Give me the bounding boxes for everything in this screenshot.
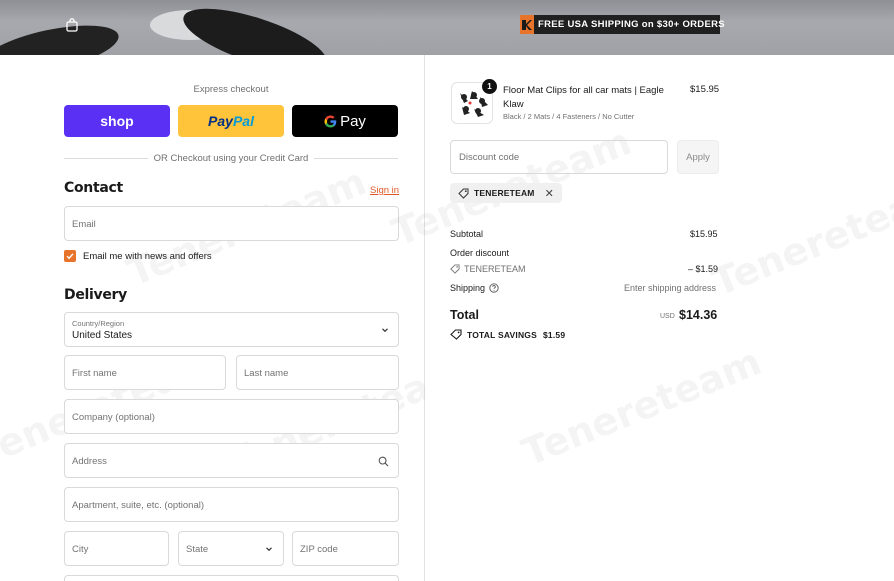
tag-icon bbox=[450, 264, 460, 274]
product-price: $15.95 bbox=[690, 84, 720, 95]
total-currency: USD bbox=[660, 313, 675, 320]
address-field[interactable]: Address bbox=[64, 443, 399, 478]
country-value: United States bbox=[72, 330, 133, 341]
contact-heading: Contact bbox=[64, 180, 123, 196]
order-discount-label: Order discount bbox=[450, 248, 510, 258]
newsletter-option[interactable]: Email me with news and offers bbox=[64, 250, 212, 262]
promo-text: FREE USA SHIPPING on $30+ ORDERS bbox=[538, 19, 725, 30]
state-placeholder: State bbox=[186, 544, 209, 555]
banner-image-part bbox=[176, 0, 334, 55]
company-field[interactable]: Company (optional) bbox=[64, 399, 399, 434]
order-discount-value: – $1.59 bbox=[688, 264, 719, 274]
city-placeholder: City bbox=[72, 544, 89, 555]
apartment-field[interactable]: Apartment, suite, etc. (optional) bbox=[64, 487, 399, 522]
savings-tag-icon bbox=[450, 329, 462, 340]
applied-discount-tag: TENERETEAM ✕ bbox=[450, 183, 562, 203]
chevron-down-icon bbox=[266, 547, 272, 552]
watermark: Tenereteam bbox=[516, 339, 767, 475]
city-field[interactable]: City bbox=[64, 531, 169, 566]
first-name-placeholder: First name bbox=[72, 368, 117, 379]
total-savings: TOTAL SAVINGS $1.59 bbox=[450, 329, 565, 340]
product-name: Floor Mat Clips for all car mats | Eagle… bbox=[503, 85, 664, 110]
delivery-heading: Delivery bbox=[64, 287, 127, 303]
checkout-form: Tenereteam Tenereteam Tenereteam Express… bbox=[0, 55, 472, 581]
paypal-logo-pal: Pal bbox=[232, 113, 254, 129]
shopping-bag-icon[interactable] bbox=[66, 18, 78, 32]
total-value: $14.36 bbox=[679, 308, 718, 322]
search-icon bbox=[378, 456, 389, 467]
brand-logo-icon bbox=[520, 15, 534, 34]
shop-pay-label: shop bbox=[100, 113, 134, 129]
google-pay-label: Pay bbox=[340, 112, 366, 130]
total-savings-label: TOTAL SAVINGS bbox=[467, 329, 537, 340]
quantity-badge: 1 bbox=[482, 79, 497, 94]
total-savings-value: $1.59 bbox=[542, 329, 566, 340]
banner-image-part bbox=[0, 15, 123, 55]
tag-icon bbox=[458, 188, 469, 199]
subtotal-label: Subtotal bbox=[450, 229, 484, 239]
state-select[interactable]: State bbox=[178, 531, 284, 566]
or-divider: OR Checkout using your Credit Card bbox=[64, 152, 398, 164]
discount-code-field[interactable]: Discount code bbox=[450, 140, 668, 174]
country-select[interactable]: Country/Region United States bbox=[64, 312, 399, 347]
email-placeholder: Email bbox=[72, 219, 96, 230]
shipping-label: Shipping bbox=[450, 283, 486, 293]
order-summary: Tenereteam Tenereteam Tenereteam 1 Floor… bbox=[386, 55, 894, 581]
promo-banner: FREE USA SHIPPING on $30+ ORDERS bbox=[520, 15, 725, 34]
paypal-logo-pay: Pay bbox=[208, 113, 233, 129]
order-discount-code: TENERETEAM bbox=[450, 264, 526, 274]
company-placeholder: Company (optional) bbox=[72, 412, 155, 423]
or-divider-text: OR Checkout using your Credit Card bbox=[153, 152, 309, 164]
discount-code-placeholder: Discount code bbox=[459, 152, 520, 163]
apply-discount-button[interactable]: Apply bbox=[677, 140, 719, 174]
last-name-placeholder: Last name bbox=[244, 368, 289, 379]
product-variant: Black / 2 Mats / 4 Fasteners / No Cutter bbox=[503, 112, 635, 121]
chevron-down-icon bbox=[382, 328, 388, 333]
paypal-button[interactable]: Pay Pal bbox=[178, 105, 284, 137]
zip-code-field[interactable]: ZIP code bbox=[292, 531, 399, 566]
sign-in-link[interactable]: Sign in bbox=[370, 185, 399, 196]
order-discount-code-text: TENERETEAM bbox=[464, 264, 526, 274]
subtotal-value: $15.95 bbox=[690, 229, 718, 239]
total-label: Total bbox=[450, 308, 479, 322]
checkmark-icon bbox=[66, 253, 74, 260]
newsletter-checkbox[interactable] bbox=[64, 250, 76, 262]
google-pay-button[interactable]: Pay bbox=[292, 105, 398, 137]
watermark: Tenereteam bbox=[706, 169, 894, 305]
last-name-field[interactable]: Last name bbox=[236, 355, 399, 390]
country-label: Country/Region bbox=[72, 319, 125, 328]
email-field[interactable]: Email bbox=[64, 206, 399, 241]
help-icon[interactable] bbox=[489, 283, 499, 293]
header-banner: FREE USA SHIPPING on $30+ ORDERS bbox=[0, 0, 894, 55]
first-name-field[interactable]: First name bbox=[64, 355, 226, 390]
applied-discount-code: TENERETEAM bbox=[474, 188, 535, 198]
shipping-label-row: Shipping bbox=[450, 283, 499, 293]
phone-field[interactable] bbox=[64, 575, 399, 581]
zip-code-placeholder: ZIP code bbox=[300, 544, 338, 555]
express-checkout-label: Express checkout bbox=[193, 84, 269, 95]
apartment-placeholder: Apartment, suite, etc. (optional) bbox=[72, 500, 205, 511]
shipping-value: Enter shipping address bbox=[624, 283, 717, 293]
remove-discount-icon[interactable]: ✕ bbox=[545, 187, 554, 200]
google-g-icon bbox=[324, 115, 337, 127]
shop-pay-button[interactable]: shop bbox=[64, 105, 170, 137]
newsletter-label: Email me with news and offers bbox=[83, 250, 212, 262]
address-placeholder: Address bbox=[72, 456, 107, 467]
